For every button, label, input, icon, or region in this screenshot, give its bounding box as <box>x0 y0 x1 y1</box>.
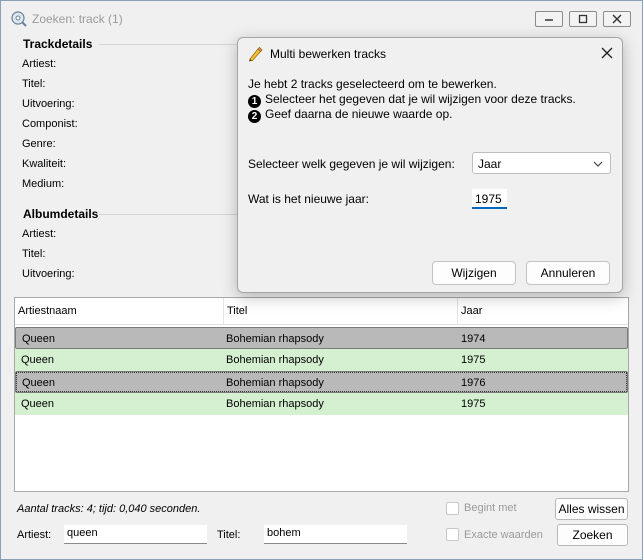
step-2-bullet: 2 <box>248 110 261 123</box>
album-artist-label: Artiest: <box>22 228 57 240</box>
minimize-button[interactable] <box>535 11 563 27</box>
column-header-artist[interactable]: Artiestnaam <box>15 298 224 325</box>
pencil-icon <box>248 46 263 62</box>
search-disc-icon <box>11 11 27 27</box>
search-button[interactable]: Zoeken <box>557 524 628 546</box>
dialog-intro: Je hebt 2 tracks geselecteerd om te bewe… <box>248 77 497 91</box>
step-1-text: Selecteer het gegeven dat je wil wijzige… <box>265 92 576 106</box>
exacte-waarden-checkbox[interactable] <box>446 528 459 541</box>
field-select[interactable]: Jaar <box>472 152 611 174</box>
chevron-down-icon <box>593 161 603 167</box>
cell-artist: Queen <box>21 398 55 410</box>
search-title-label: Titel: <box>217 529 241 541</box>
track-performance-label: Uitvoering: <box>22 98 75 110</box>
results-grid[interactable]: Artiestnaam Titel Jaar Queen Bohemian rh… <box>14 297 629 492</box>
table-row[interactable]: Queen Bohemian rhapsody 1975 <box>15 349 628 371</box>
minimize-icon <box>545 19 553 21</box>
window-title: Zoeken: track (1) <box>32 12 123 26</box>
column-header-year[interactable]: Jaar <box>458 298 628 325</box>
track-title-label: Titel: <box>22 78 46 90</box>
album-title-label: Titel: <box>22 248 46 260</box>
track-genre-label: Genre: <box>22 138 56 150</box>
search-title-input[interactable]: bohem <box>264 525 407 544</box>
apply-button[interactable]: Wijzigen <box>432 261 516 285</box>
dialog-step-1: 1 Selecteer het gegeven dat je wil wijzig… <box>248 92 576 108</box>
cell-artist: Queen <box>21 354 55 366</box>
cancel-button[interactable]: Annuleren <box>526 261 610 285</box>
cell-year: 1974 <box>461 333 486 345</box>
cell-year: 1975 <box>461 398 486 410</box>
table-row[interactable]: Queen Bohemian rhapsody 1974 <box>15 327 628 349</box>
cell-title: Bohemian rhapsody <box>226 333 324 345</box>
album-performance-label: Uitvoering: <box>22 268 75 280</box>
close-icon <box>612 14 622 24</box>
albumdetails-heading: Albumdetails <box>23 207 99 221</box>
column-header-title[interactable]: Titel <box>224 298 458 325</box>
status-text: Aantal tracks: 4; tijd: 0,040 seconden. <box>17 503 201 515</box>
close-icon[interactable] <box>600 46 614 60</box>
field-select-value: Jaar <box>478 157 502 171</box>
cell-artist: Queen <box>22 377 56 389</box>
begint-met-label: Begint met <box>464 502 517 514</box>
group-divider <box>99 44 239 45</box>
clear-all-button[interactable]: Alles wissen <box>555 498 628 520</box>
select-field-label: Selecteer welk gegeven je wil wijzigen: <box>248 157 455 171</box>
track-medium-label: Medium: <box>22 178 65 190</box>
track-quality-label: Kwaliteit: <box>22 158 67 170</box>
cell-title: Bohemian rhapsody <box>226 354 324 366</box>
cell-title: Bohemian rhapsody <box>226 377 324 389</box>
exacte-waarden-label: Exacte waarden <box>464 529 543 541</box>
track-composer-label: Componist: <box>22 118 78 130</box>
maximize-button[interactable] <box>569 11 597 27</box>
cell-year: 1976 <box>461 377 486 389</box>
close-window-button[interactable] <box>603 11 631 27</box>
grid-header: Artiestnaam Titel Jaar <box>15 298 628 325</box>
step-2-text: Geef daarna de nieuwe waarde op. <box>265 107 453 121</box>
search-artist-input[interactable]: queen <box>64 525 207 544</box>
dialog-step-2: 2 Geef daarna de nieuwe waarde op. <box>248 107 452 123</box>
begint-met-checkbox[interactable] <box>446 502 459 515</box>
new-value-label: Wat is het nieuwe jaar: <box>248 192 369 206</box>
track-artist-label: Artiest: <box>22 58 57 70</box>
cell-title: Bohemian rhapsody <box>226 398 324 410</box>
search-artist-label: Artiest: <box>17 529 52 541</box>
dialog-title: Multi bewerken tracks <box>270 47 387 61</box>
trackdetails-heading: Trackdetails <box>23 37 93 51</box>
new-year-input[interactable]: 1975 <box>472 189 507 209</box>
table-row[interactable]: Queen Bohemian rhapsody 1976 <box>15 371 628 393</box>
maximize-icon <box>578 14 588 24</box>
cell-year: 1975 <box>461 354 486 366</box>
group-divider <box>99 214 239 215</box>
table-row[interactable]: Queen Bohemian rhapsody 1975 <box>15 393 628 415</box>
title-bar: Zoeken: track (1) <box>1 1 642 35</box>
cell-artist: Queen <box>22 333 56 345</box>
multi-edit-dialog: Multi bewerken tracks Je hebt 2 tracks g… <box>237 37 623 293</box>
